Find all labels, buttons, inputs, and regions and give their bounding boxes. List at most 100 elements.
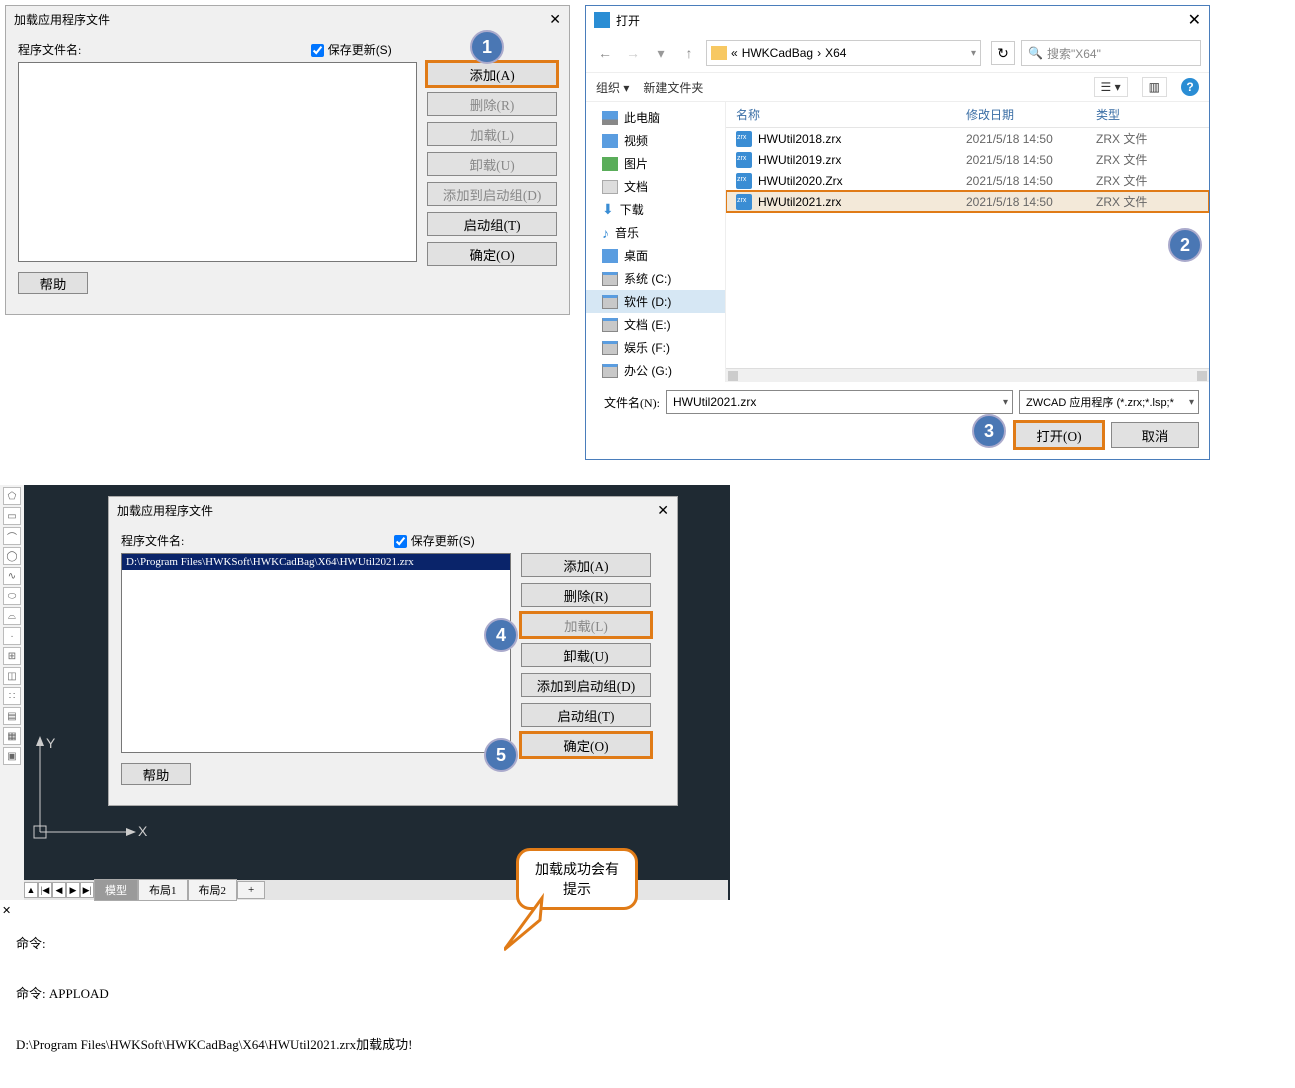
add-button[interactable]: 添加(A) bbox=[521, 553, 651, 577]
desktop-icon bbox=[602, 249, 618, 263]
cancel-button[interactable]: 取消 bbox=[1111, 422, 1199, 448]
tool-icon[interactable]: ∿ bbox=[3, 567, 21, 585]
tab-layout1[interactable]: 布局1 bbox=[138, 879, 188, 901]
tree-item[interactable]: 文档 (E:) bbox=[624, 316, 671, 333]
file-row-selected[interactable]: HWUtil2021.zrx2021/5/18 14:50ZRX 文件 bbox=[726, 191, 1209, 212]
tab-layout2[interactable]: 布局2 bbox=[188, 879, 238, 901]
save-updates-checkbox[interactable]: 保存更新(S) bbox=[394, 532, 474, 549]
new-folder-button[interactable]: 新建文件夹 bbox=[643, 79, 703, 96]
col-name[interactable]: 名称 bbox=[726, 106, 966, 123]
tree-item[interactable]: 下载 bbox=[620, 201, 644, 218]
tool-icon[interactable]: ▭ bbox=[3, 507, 21, 525]
drive-icon bbox=[602, 364, 618, 378]
startup-group-button[interactable]: 启动组(T) bbox=[521, 703, 651, 727]
col-date[interactable]: 修改日期 bbox=[966, 106, 1096, 123]
unload-button[interactable]: 卸载(U) bbox=[427, 152, 557, 176]
program-file-list[interactable]: D:\Program Files\HWKSoft\HWKCadBag\X64\H… bbox=[121, 553, 511, 753]
tree-item[interactable]: 娱乐 (F:) bbox=[624, 339, 670, 356]
step-badge-2: 2 bbox=[1168, 228, 1202, 262]
refresh-icon[interactable]: ↻ bbox=[991, 41, 1015, 65]
breadcrumb-segment[interactable]: HWKCadBag bbox=[742, 46, 813, 60]
help-button[interactable]: 帮助 bbox=[121, 763, 191, 785]
list-item-selected[interactable]: D:\Program Files\HWKSoft\HWKCadBag\X64\H… bbox=[122, 554, 510, 570]
tool-icon[interactable]: ⬠ bbox=[3, 487, 21, 505]
organize-menu[interactable]: 组织 ▾ bbox=[596, 79, 629, 96]
close-icon[interactable]: ✕ bbox=[1188, 10, 1201, 30]
ok-button[interactable]: 确定(O) bbox=[521, 733, 651, 757]
tab-nav-button[interactable]: ◀ bbox=[52, 882, 66, 898]
save-updates-checkbox[interactable]: 保存更新(S) bbox=[311, 41, 391, 58]
help-button[interactable]: 帮助 bbox=[18, 272, 88, 294]
tree-item[interactable]: 桌面 bbox=[624, 247, 648, 264]
add-button[interactable]: 添加(A) bbox=[427, 62, 557, 86]
tree-item[interactable]: 此电脑 bbox=[624, 109, 660, 126]
dialog-title: 加载应用程序文件 bbox=[117, 502, 213, 519]
delete-button[interactable]: 删除(R) bbox=[427, 92, 557, 116]
program-file-list[interactable] bbox=[18, 62, 417, 262]
drive-icon bbox=[602, 341, 618, 355]
tree-item[interactable]: 办公 (G:) bbox=[624, 362, 672, 379]
tool-icon[interactable]: ⬭ bbox=[3, 587, 21, 605]
svg-text:X: X bbox=[138, 823, 148, 839]
tool-icon[interactable]: ▣ bbox=[3, 747, 21, 765]
close-icon[interactable]: ✕ bbox=[549, 11, 561, 28]
file-type-filter[interactable]: ZWCAD 应用程序 (*.zrx;*.lsp;*▾ bbox=[1019, 390, 1199, 414]
file-row[interactable]: HWUtil2020.Zrx2021/5/18 14:50ZRX 文件 bbox=[726, 170, 1209, 191]
breadcrumb-path[interactable]: « HWKCadBag › X64 ▾ bbox=[706, 40, 981, 66]
preview-pane-button[interactable]: ▥ bbox=[1142, 77, 1167, 97]
tree-item[interactable]: 文档 bbox=[624, 178, 648, 195]
help-icon[interactable]: ? bbox=[1181, 78, 1199, 96]
file-row[interactable]: HWUtil2019.zrx2021/5/18 14:50ZRX 文件 bbox=[726, 149, 1209, 170]
load-button[interactable]: 加载(L) bbox=[521, 613, 651, 637]
tree-item[interactable]: 软件 (D:) bbox=[624, 293, 671, 310]
search-input[interactable]: 🔍 搜索"X64" bbox=[1021, 40, 1201, 66]
up-arrow-icon[interactable]: ↑ bbox=[678, 42, 700, 64]
file-open-dialog: 打开 ✕ ← → ▾ ↑ « HWKCadBag › X64 ▾ ↻ 🔍 搜索"… bbox=[585, 5, 1210, 460]
col-type[interactable]: 类型 bbox=[1096, 106, 1209, 123]
file-list[interactable]: HWUtil2018.zrx2021/5/18 14:50ZRX 文件 HWUt… bbox=[726, 128, 1209, 368]
tool-icon[interactable]: ▤ bbox=[3, 707, 21, 725]
startup-group-button[interactable]: 启动组(T) bbox=[427, 212, 557, 236]
load-button[interactable]: 加载(L) bbox=[427, 122, 557, 146]
tool-icon[interactable]: ⌒ bbox=[3, 527, 21, 545]
recent-dropdown-icon[interactable]: ▾ bbox=[650, 42, 672, 64]
column-headers[interactable]: 名称 修改日期 类型 bbox=[726, 102, 1209, 128]
chevron-down-icon[interactable]: ▾ bbox=[1189, 397, 1194, 408]
forward-arrow-icon[interactable]: → bbox=[622, 42, 644, 64]
tab-nav-button[interactable]: ▶ bbox=[66, 882, 80, 898]
tree-item[interactable]: 视频 bbox=[624, 132, 648, 149]
tool-icon[interactable]: ⌓ bbox=[3, 607, 21, 625]
tree-item[interactable]: 图片 bbox=[624, 155, 648, 172]
close-icon[interactable]: ✕ bbox=[0, 902, 13, 920]
tree-item[interactable]: 音乐 bbox=[615, 224, 639, 241]
tree-item[interactable]: 系统 (C:) bbox=[624, 270, 671, 287]
ok-button[interactable]: 确定(O) bbox=[427, 242, 557, 266]
back-arrow-icon[interactable]: ← bbox=[594, 42, 616, 64]
horizontal-scrollbar[interactable] bbox=[726, 368, 1209, 382]
chevron-down-icon[interactable]: ▾ bbox=[971, 48, 976, 59]
open-button[interactable]: 打开(O) bbox=[1015, 422, 1103, 448]
tab-model[interactable]: 模型 bbox=[94, 879, 138, 901]
tab-nav-button[interactable]: ▲ bbox=[24, 882, 38, 898]
tab-nav-button[interactable]: ▶| bbox=[80, 882, 94, 898]
chevron-down-icon[interactable]: ▾ bbox=[1003, 397, 1008, 408]
zrx-file-icon bbox=[736, 152, 752, 168]
tool-icon[interactable]: ▦ bbox=[3, 727, 21, 745]
view-mode-button[interactable]: ☰ ▾ bbox=[1094, 77, 1128, 97]
tool-icon[interactable]: · bbox=[3, 627, 21, 645]
add-to-startup-button[interactable]: 添加到启动组(D) bbox=[521, 673, 651, 697]
unload-button[interactable]: 卸载(U) bbox=[521, 643, 651, 667]
tab-nav-button[interactable]: |◀ bbox=[38, 882, 52, 898]
tool-icon[interactable]: ◫ bbox=[3, 667, 21, 685]
folder-tree[interactable]: 此电脑 视频 图片 文档 ⬇下载 ♪音乐 桌面 系统 (C:) 软件 (D:) … bbox=[586, 102, 726, 382]
file-row[interactable]: HWUtil2018.zrx2021/5/18 14:50ZRX 文件 bbox=[726, 128, 1209, 149]
tool-icon[interactable]: ◯ bbox=[3, 547, 21, 565]
tool-icon[interactable]: ∷ bbox=[3, 687, 21, 705]
add-to-startup-button[interactable]: 添加到启动组(D) bbox=[427, 182, 557, 206]
close-icon[interactable]: ✕ bbox=[657, 502, 669, 519]
breadcrumb-segment[interactable]: X64 bbox=[825, 46, 846, 60]
filename-input[interactable]: HWUtil2021.zrx▾ bbox=[666, 390, 1013, 414]
delete-button[interactable]: 删除(R) bbox=[521, 583, 651, 607]
tab-add[interactable]: + bbox=[237, 881, 265, 899]
tool-icon[interactable]: ⊞ bbox=[3, 647, 21, 665]
